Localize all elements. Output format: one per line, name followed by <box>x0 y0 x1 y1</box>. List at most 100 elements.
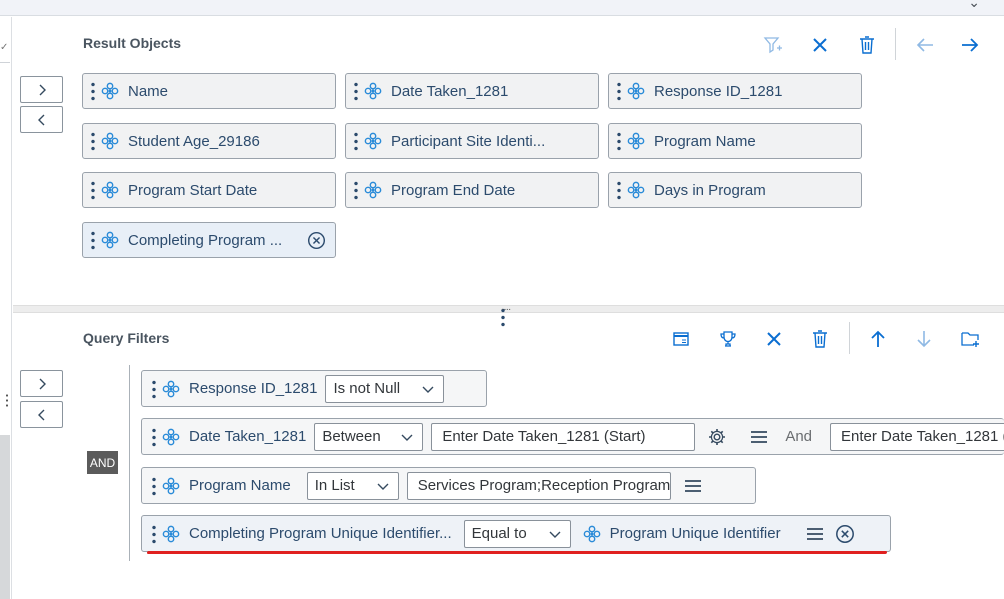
result-chip-response-id[interactable]: Response ID_1281 <box>608 73 862 109</box>
dimension-icon <box>162 525 180 543</box>
drag-handle-icon[interactable] <box>354 180 358 200</box>
drag-handle-icon[interactable] <box>152 475 156 496</box>
clear-circle-icon[interactable] <box>835 524 855 544</box>
drag-handle-icon[interactable] <box>617 131 621 151</box>
drag-handle-icon[interactable] <box>617 180 621 200</box>
delete-results-button[interactable] <box>856 34 878 56</box>
add-filter-button[interactable] <box>762 34 784 56</box>
filter-field-label: Program Name <box>189 477 291 494</box>
pane-splitter[interactable]: ···· <box>13 305 1004 327</box>
move-right-button[interactable] <box>959 34 981 56</box>
clear-filters-button[interactable] <box>763 328 785 350</box>
chevron-down-icon <box>376 479 390 493</box>
chip-label: Date Taken_1281 <box>391 82 509 100</box>
filter-row[interactable]: Program Name In List Services Program;Re… <box>141 467 756 504</box>
arrow-down-icon <box>917 331 931 348</box>
value-list-icon[interactable] <box>683 476 703 496</box>
result-chip-program-name[interactable]: Program Name <box>608 123 862 159</box>
chevron-down-icon[interactable]: ⌄ <box>968 0 980 11</box>
operator-value: Is not Null <box>333 380 401 397</box>
operator-select[interactable]: Equal to <box>463 519 571 548</box>
chip-label: Student Age_29186 <box>128 132 260 150</box>
filter-field-label: Response ID_1281 <box>189 380 318 397</box>
dimension-icon <box>627 82 645 100</box>
trophy-icon <box>720 331 736 347</box>
list-value-input[interactable]: Services Program;Reception Program <box>406 471 671 500</box>
dimension-icon <box>101 132 119 150</box>
dimension-icon <box>101 231 119 249</box>
drag-handle-icon[interactable] <box>6 393 8 409</box>
add-to-filters-button[interactable] <box>20 370 63 397</box>
filter-row[interactable]: Response ID_1281 Is not Null <box>141 370 487 407</box>
result-chip-completing-program[interactable]: Completing Program ... <box>82 222 336 258</box>
end-value-input[interactable]: Enter Date Taken_1281 (End) <box>830 422 1004 451</box>
move-down-button[interactable] <box>913 328 935 350</box>
clear-results-button[interactable] <box>809 34 831 56</box>
operator-select[interactable]: Is not Null <box>325 374 445 403</box>
and-operator-badge[interactable]: AND <box>87 451 118 474</box>
delete-filters-button[interactable] <box>809 328 831 350</box>
dimension-icon <box>364 132 382 150</box>
add-subquery-button[interactable] <box>959 328 981 350</box>
scroll-region <box>0 435 10 599</box>
drag-handle-icon[interactable] <box>91 230 95 250</box>
drag-handle-icon[interactable] <box>152 523 156 544</box>
remove-from-filters-button[interactable] <box>20 401 63 428</box>
result-chip-program-end-date[interactable]: Program End Date <box>345 172 599 208</box>
highlight-underline <box>146 551 888 554</box>
move-up-button[interactable] <box>867 328 889 350</box>
arrow-left-icon <box>916 38 933 52</box>
operator-select[interactable]: Between <box>314 422 424 451</box>
drag-handle-icon[interactable] <box>91 81 95 101</box>
dimension-icon <box>162 477 180 495</box>
value-list-icon[interactable] <box>749 427 769 447</box>
drag-handle-icon[interactable] <box>91 180 95 200</box>
chevron-down-icon <box>421 382 435 396</box>
drag-handle-icon[interactable] <box>152 426 156 447</box>
dimension-icon <box>627 181 645 199</box>
splitter-grip-icon[interactable]: ···· <box>501 305 511 327</box>
trash-icon <box>860 36 874 54</box>
chip-label: Completing Program ... <box>128 231 283 249</box>
operator-select[interactable]: In List <box>306 471 399 500</box>
toolbar-divider <box>895 28 896 60</box>
chip-label: Program Name <box>654 132 756 150</box>
start-value-input[interactable]: Enter Date Taken_1281 (Start) <box>431 422 696 451</box>
top-bar: ⌄ <box>0 0 1004 16</box>
filter-field-label: Completing Program Unique Identifier... <box>189 525 452 542</box>
trash-icon <box>813 330 827 348</box>
toolbar-divider <box>849 322 850 354</box>
result-chip-student-age[interactable]: Student Age_29186 <box>82 123 336 159</box>
dimension-icon <box>364 181 382 199</box>
operator-value: Between <box>322 428 381 445</box>
result-chip-days-in-program[interactable]: Days in Program <box>608 172 862 208</box>
filter-compare-object[interactable]: Program Unique Identifier <box>610 525 781 542</box>
drag-handle-icon[interactable] <box>152 378 156 399</box>
value-list-icon[interactable] <box>805 524 825 544</box>
move-left-button[interactable] <box>914 34 936 56</box>
close-icon <box>813 38 827 52</box>
chip-label: Program Start Date <box>128 181 258 199</box>
drag-handle-icon[interactable] <box>617 81 621 101</box>
gear-icon[interactable] <box>707 427 727 447</box>
query-filters-title: Query Filters <box>83 330 170 346</box>
add-to-results-button[interactable] <box>20 76 63 103</box>
result-chip-date-taken[interactable]: Date Taken_1281 <box>345 73 599 109</box>
result-chip-program-start-date[interactable]: Program Start Date <box>82 172 336 208</box>
drag-handle-icon[interactable] <box>354 131 358 151</box>
arrow-right-icon <box>962 38 979 52</box>
filter-panel-button[interactable] <box>670 328 692 350</box>
filter-row-active[interactable]: Completing Program Unique Identifier... … <box>141 515 891 552</box>
drag-handle-icon[interactable] <box>354 81 358 101</box>
result-chip-name[interactable]: Name <box>82 73 336 109</box>
remove-from-results-button[interactable] <box>20 106 63 133</box>
result-chip-participant-site[interactable]: Participant Site Identi... <box>345 123 599 159</box>
chevron-right-icon <box>39 84 46 95</box>
clear-circle-icon[interactable] <box>307 231 326 250</box>
filter-row[interactable]: Date Taken_1281 Between Enter Date Taken… <box>141 418 1004 455</box>
chevron-down-icon <box>400 430 414 444</box>
drag-handle-icon[interactable] <box>91 131 95 151</box>
ranking-button[interactable] <box>717 328 739 350</box>
operator-value: Equal to <box>471 525 527 542</box>
divider <box>0 62 10 63</box>
